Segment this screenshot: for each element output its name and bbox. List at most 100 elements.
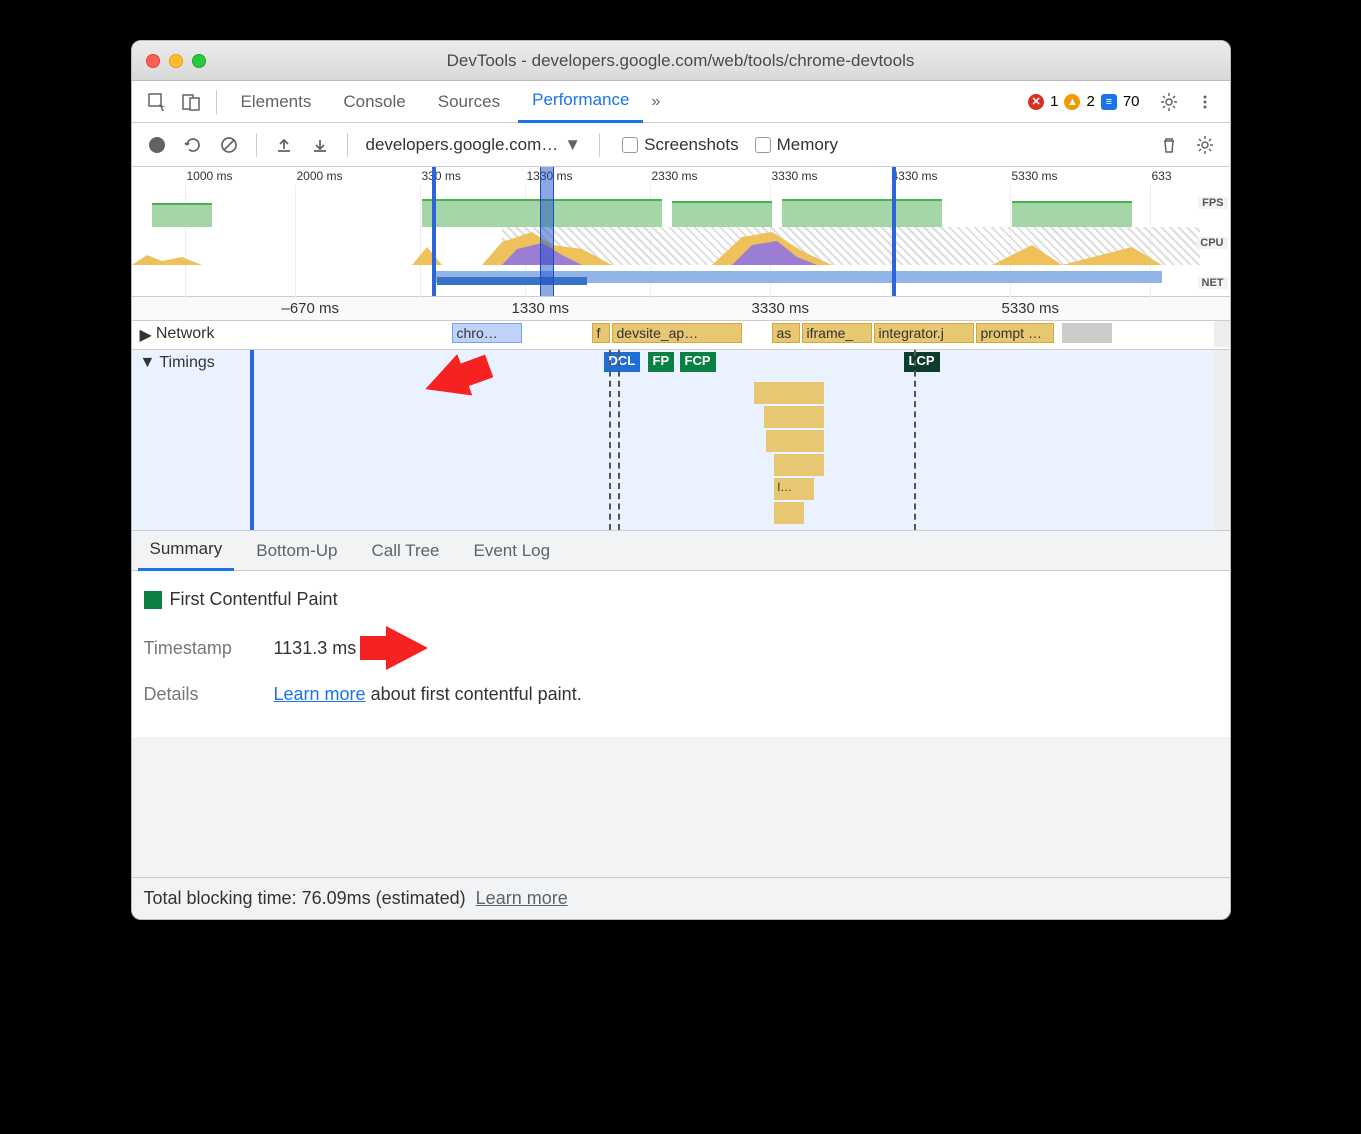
capture-settings-icon[interactable] <box>1190 130 1220 160</box>
network-request[interactable]: devsite_ap… <box>612 323 742 343</box>
close-window-icon[interactable] <box>146 54 160 68</box>
marker-fcp[interactable]: FCP <box>680 352 716 372</box>
status-badges: ✕ 1 ▲ 2 ≡ 70 <box>1028 87 1219 117</box>
timeline-guide <box>609 350 611 530</box>
summary-wrap: First Contentful Paint Timestamp 1131.3 … <box>132 571 1230 877</box>
detail-tabs: Summary Bottom-Up Call Tree Event Log <box>132 531 1230 571</box>
overflow-tabs-icon[interactable]: » <box>651 93 660 111</box>
timings-track-header[interactable]: ▼ Timings <box>132 350 252 530</box>
devtools-window: DevTools - developers.google.com/web/too… <box>131 40 1231 920</box>
chevron-down-icon: ▼ <box>564 135 581 155</box>
network-request[interactable] <box>1062 323 1112 343</box>
summary-title-row: First Contentful Paint <box>144 589 1218 610</box>
tab-elements[interactable]: Elements <box>227 81 326 123</box>
warning-icon[interactable]: ▲ <box>1064 94 1080 110</box>
titlebar: DevTools - developers.google.com/web/too… <box>132 41 1230 81</box>
warning-count[interactable]: 2 <box>1086 93 1094 110</box>
cpu-label: CPU <box>1196 237 1227 249</box>
overview-tick: 5330 ms <box>1012 169 1058 183</box>
clear-button[interactable] <box>214 130 244 160</box>
divider <box>599 133 600 157</box>
cpu-lane <box>132 227 1200 265</box>
scrollbar[interactable] <box>1214 350 1230 530</box>
divider <box>256 133 257 157</box>
inspect-element-icon[interactable] <box>142 87 172 117</box>
long-task-bar[interactable]: l… <box>774 478 814 500</box>
marker-fp[interactable]: FP <box>648 352 675 372</box>
device-toolbar-icon[interactable] <box>176 87 206 117</box>
divider <box>216 90 217 114</box>
message-count[interactable]: 70 <box>1123 93 1140 110</box>
network-track: ▶ Network chro… fdevsite_ap… asiframe_inte… <box>132 321 1230 350</box>
divider <box>347 133 348 157</box>
ruler-tick: –670 ms <box>282 300 340 317</box>
network-request[interactable]: chro… <box>452 323 522 343</box>
tab-console[interactable]: Console <box>329 81 419 123</box>
ruler-tick: 5330 ms <box>1002 300 1060 317</box>
network-request[interactable]: as <box>772 323 800 343</box>
expand-icon: ▶ <box>140 325 152 345</box>
overview-selection[interactable] <box>540 167 554 296</box>
long-task-bar[interactable] <box>774 454 824 476</box>
kebab-menu-icon[interactable] <box>1190 87 1220 117</box>
zoom-window-icon[interactable] <box>192 54 206 68</box>
tab-sources[interactable]: Sources <box>424 81 514 123</box>
screenshots-checkbox[interactable]: Screenshots <box>622 135 739 155</box>
recording-select[interactable]: developers.google.com… ▼ <box>360 135 588 155</box>
network-track-header[interactable]: ▶ Network <box>132 321 252 349</box>
footer-bar: Total blocking time: 76.09ms (estimated)… <box>132 877 1230 919</box>
performance-toolbar: developers.google.com… ▼ Screenshots Mem… <box>132 123 1230 167</box>
timings-track-body[interactable]: DCL FP FCP LCP l… <box>252 350 1230 530</box>
timings-track: ▼ Timings DCL FP FCP LCP l… <box>132 350 1230 531</box>
long-task-bar[interactable] <box>764 406 824 428</box>
network-request[interactable]: iframe_ <box>802 323 872 343</box>
long-task-bar[interactable] <box>754 382 824 404</box>
overview-tick: 3330 ms <box>772 169 818 183</box>
overview-pane[interactable]: 1000 ms2000 ms330 ms1330 ms2330 ms3330 m… <box>132 167 1230 297</box>
overview-tick: 4330 ms <box>892 169 938 183</box>
ruler-tick: 1330 ms <box>512 300 570 317</box>
overview-handle-left[interactable] <box>432 167 436 296</box>
network-request[interactable]: f <box>592 323 610 343</box>
timings-label: Timings <box>159 354 214 372</box>
tab-call-tree[interactable]: Call Tree <box>359 531 451 571</box>
messages-icon[interactable]: ≡ <box>1101 94 1117 110</box>
network-request[interactable]: integrator.j <box>874 323 974 343</box>
long-task-bar[interactable] <box>766 430 824 452</box>
flame-ruler[interactable]: –670 ms1330 ms3330 ms5330 ms <box>132 297 1230 321</box>
overview-tick: 2330 ms <box>652 169 698 183</box>
network-label: Network <box>156 325 215 343</box>
memory-checkbox[interactable]: Memory <box>755 135 838 155</box>
timestamp-label: Timestamp <box>144 638 254 659</box>
checkbox-icon <box>755 137 771 153</box>
fps-lane <box>132 197 1200 227</box>
footer-learn-more-link[interactable]: Learn more <box>476 888 568 908</box>
screenshots-label: Screenshots <box>644 135 739 155</box>
settings-icon[interactable] <box>1154 87 1184 117</box>
record-button[interactable] <box>142 130 172 160</box>
scrollbar[interactable] <box>1214 321 1230 347</box>
window-title: DevTools - developers.google.com/web/too… <box>447 51 915 71</box>
learn-more-link[interactable]: Learn more <box>274 684 366 704</box>
error-count[interactable]: 1 <box>1050 93 1058 110</box>
tbt-value: 76.09ms (estimated) <box>302 888 466 908</box>
network-request[interactable]: prompt … <box>976 323 1054 343</box>
garbage-collect-icon[interactable] <box>1154 130 1184 160</box>
event-color-swatch <box>144 591 162 609</box>
overview-tick: 633 <box>1152 169 1172 183</box>
tab-event-log[interactable]: Event Log <box>462 531 563 571</box>
minimize-window-icon[interactable] <box>169 54 183 68</box>
reload-record-button[interactable] <box>178 130 208 160</box>
long-task-bar[interactable] <box>774 502 804 524</box>
network-track-body[interactable]: chro… fdevsite_ap… asiframe_integrator.jpr… <box>252 321 1230 349</box>
tab-summary[interactable]: Summary <box>138 531 235 571</box>
details-suffix: about first contentful paint. <box>366 684 582 704</box>
error-icon[interactable]: ✕ <box>1028 94 1044 110</box>
marker-lcp[interactable]: LCP <box>904 352 940 372</box>
upload-profile-icon[interactable] <box>269 130 299 160</box>
tab-bottom-up[interactable]: Bottom-Up <box>244 531 349 571</box>
tab-performance[interactable]: Performance <box>518 81 643 123</box>
download-profile-icon[interactable] <box>305 130 335 160</box>
overview-handle-right[interactable] <box>892 167 896 296</box>
summary-panel: First Contentful Paint Timestamp 1131.3 … <box>132 571 1230 737</box>
